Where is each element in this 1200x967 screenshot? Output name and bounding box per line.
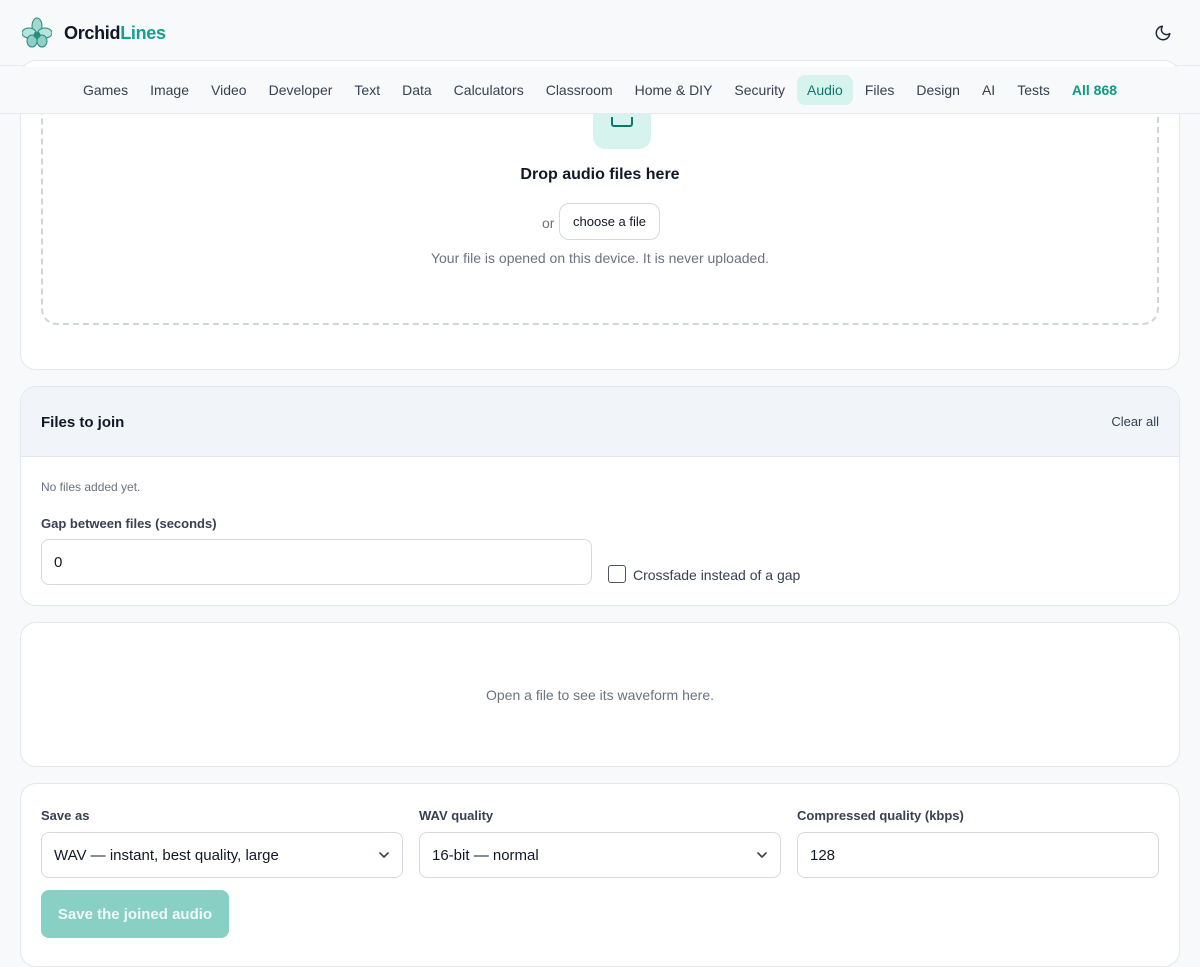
compressed-quality-input[interactable]: 128 bbox=[797, 832, 1159, 878]
brand-name-part2: Lines bbox=[120, 22, 166, 43]
save-as-select[interactable]: WAV — instant, best quality, large bbox=[41, 832, 403, 878]
files-card-header: Files to join Clear all bbox=[21, 387, 1179, 457]
nav-item-files[interactable]: Files bbox=[855, 75, 905, 105]
clear-all-button[interactable]: Clear all bbox=[1111, 414, 1159, 429]
gap-input[interactable]: 0 bbox=[41, 539, 592, 585]
top-bar: OrchidLines bbox=[0, 0, 1200, 66]
wav-quality-value: 16-bit — normal bbox=[432, 846, 539, 864]
category-nav: Games Image Video Developer Text Data Calculat… bbox=[0, 67, 1200, 114]
save-card: Save as WAV quality Compressed quality (… bbox=[20, 783, 1180, 967]
nav-item-video[interactable]: Video bbox=[201, 75, 257, 105]
nav-item-developer[interactable]: Developer bbox=[259, 75, 343, 105]
waveform-empty-message: Open a file to see its waveform here. bbox=[486, 687, 714, 703]
chevron-down-icon bbox=[379, 852, 389, 858]
brand-name-part1: Orchid bbox=[64, 22, 121, 43]
nav-item-ai[interactable]: AI bbox=[972, 75, 1005, 105]
nav-item-games[interactable]: Games bbox=[73, 75, 138, 105]
waveform-card: Open a file to see its waveform here. bbox=[20, 622, 1180, 767]
nav-item-text[interactable]: Text bbox=[344, 75, 390, 105]
nav-item-audio[interactable]: Audio bbox=[797, 75, 853, 105]
compressed-quality-label: Compressed quality (kbps) bbox=[797, 808, 964, 823]
files-card-title: Files to join bbox=[41, 414, 125, 431]
drop-title: Drop audio files here bbox=[520, 166, 680, 183]
theme-toggle-button[interactable] bbox=[1152, 22, 1174, 44]
privacy-note: Your file is opened on this device. It i… bbox=[430, 250, 770, 266]
brand-logo[interactable]: OrchidLines bbox=[22, 16, 166, 50]
files-empty-message: No files added yet. bbox=[41, 480, 141, 494]
nav-item-image[interactable]: Image bbox=[140, 75, 199, 105]
gap-label: Gap between files (seconds) bbox=[41, 516, 217, 531]
nav-item-data[interactable]: Data bbox=[392, 75, 442, 105]
wav-quality-select[interactable]: 16-bit — normal bbox=[419, 832, 781, 878]
files-card: Files to join Clear all No files added y… bbox=[20, 386, 1180, 606]
save-as-value: WAV — instant, best quality, large bbox=[54, 846, 279, 864]
orchid-logo-icon bbox=[22, 17, 52, 48]
brand-name: OrchidLines bbox=[64, 23, 166, 44]
nav-item-security[interactable]: Security bbox=[724, 75, 795, 105]
save-as-label: Save as bbox=[41, 808, 90, 823]
crossfade-checkbox[interactable] bbox=[608, 565, 626, 583]
nav-item-tests[interactable]: Tests bbox=[1007, 75, 1060, 105]
save-joined-audio-button[interactable]: Save the joined audio bbox=[41, 890, 229, 938]
drop-or-text: or bbox=[542, 215, 555, 231]
nav-item-design[interactable]: Design bbox=[906, 75, 970, 105]
choose-file-button[interactable]: choose a file bbox=[559, 203, 660, 240]
nav-item-home-diy[interactable]: Home & DIY bbox=[625, 75, 723, 105]
chevron-down-icon bbox=[757, 852, 767, 858]
moon-icon bbox=[1155, 25, 1171, 41]
crossfade-label[interactable]: Crossfade instead of a gap bbox=[633, 567, 800, 583]
nav-item-calculators[interactable]: Calculators bbox=[444, 75, 534, 105]
wav-quality-label: WAV quality bbox=[419, 808, 494, 823]
nav-item-classroom[interactable]: Classroom bbox=[536, 75, 623, 105]
nav-item-all[interactable]: All 868 bbox=[1062, 75, 1127, 105]
